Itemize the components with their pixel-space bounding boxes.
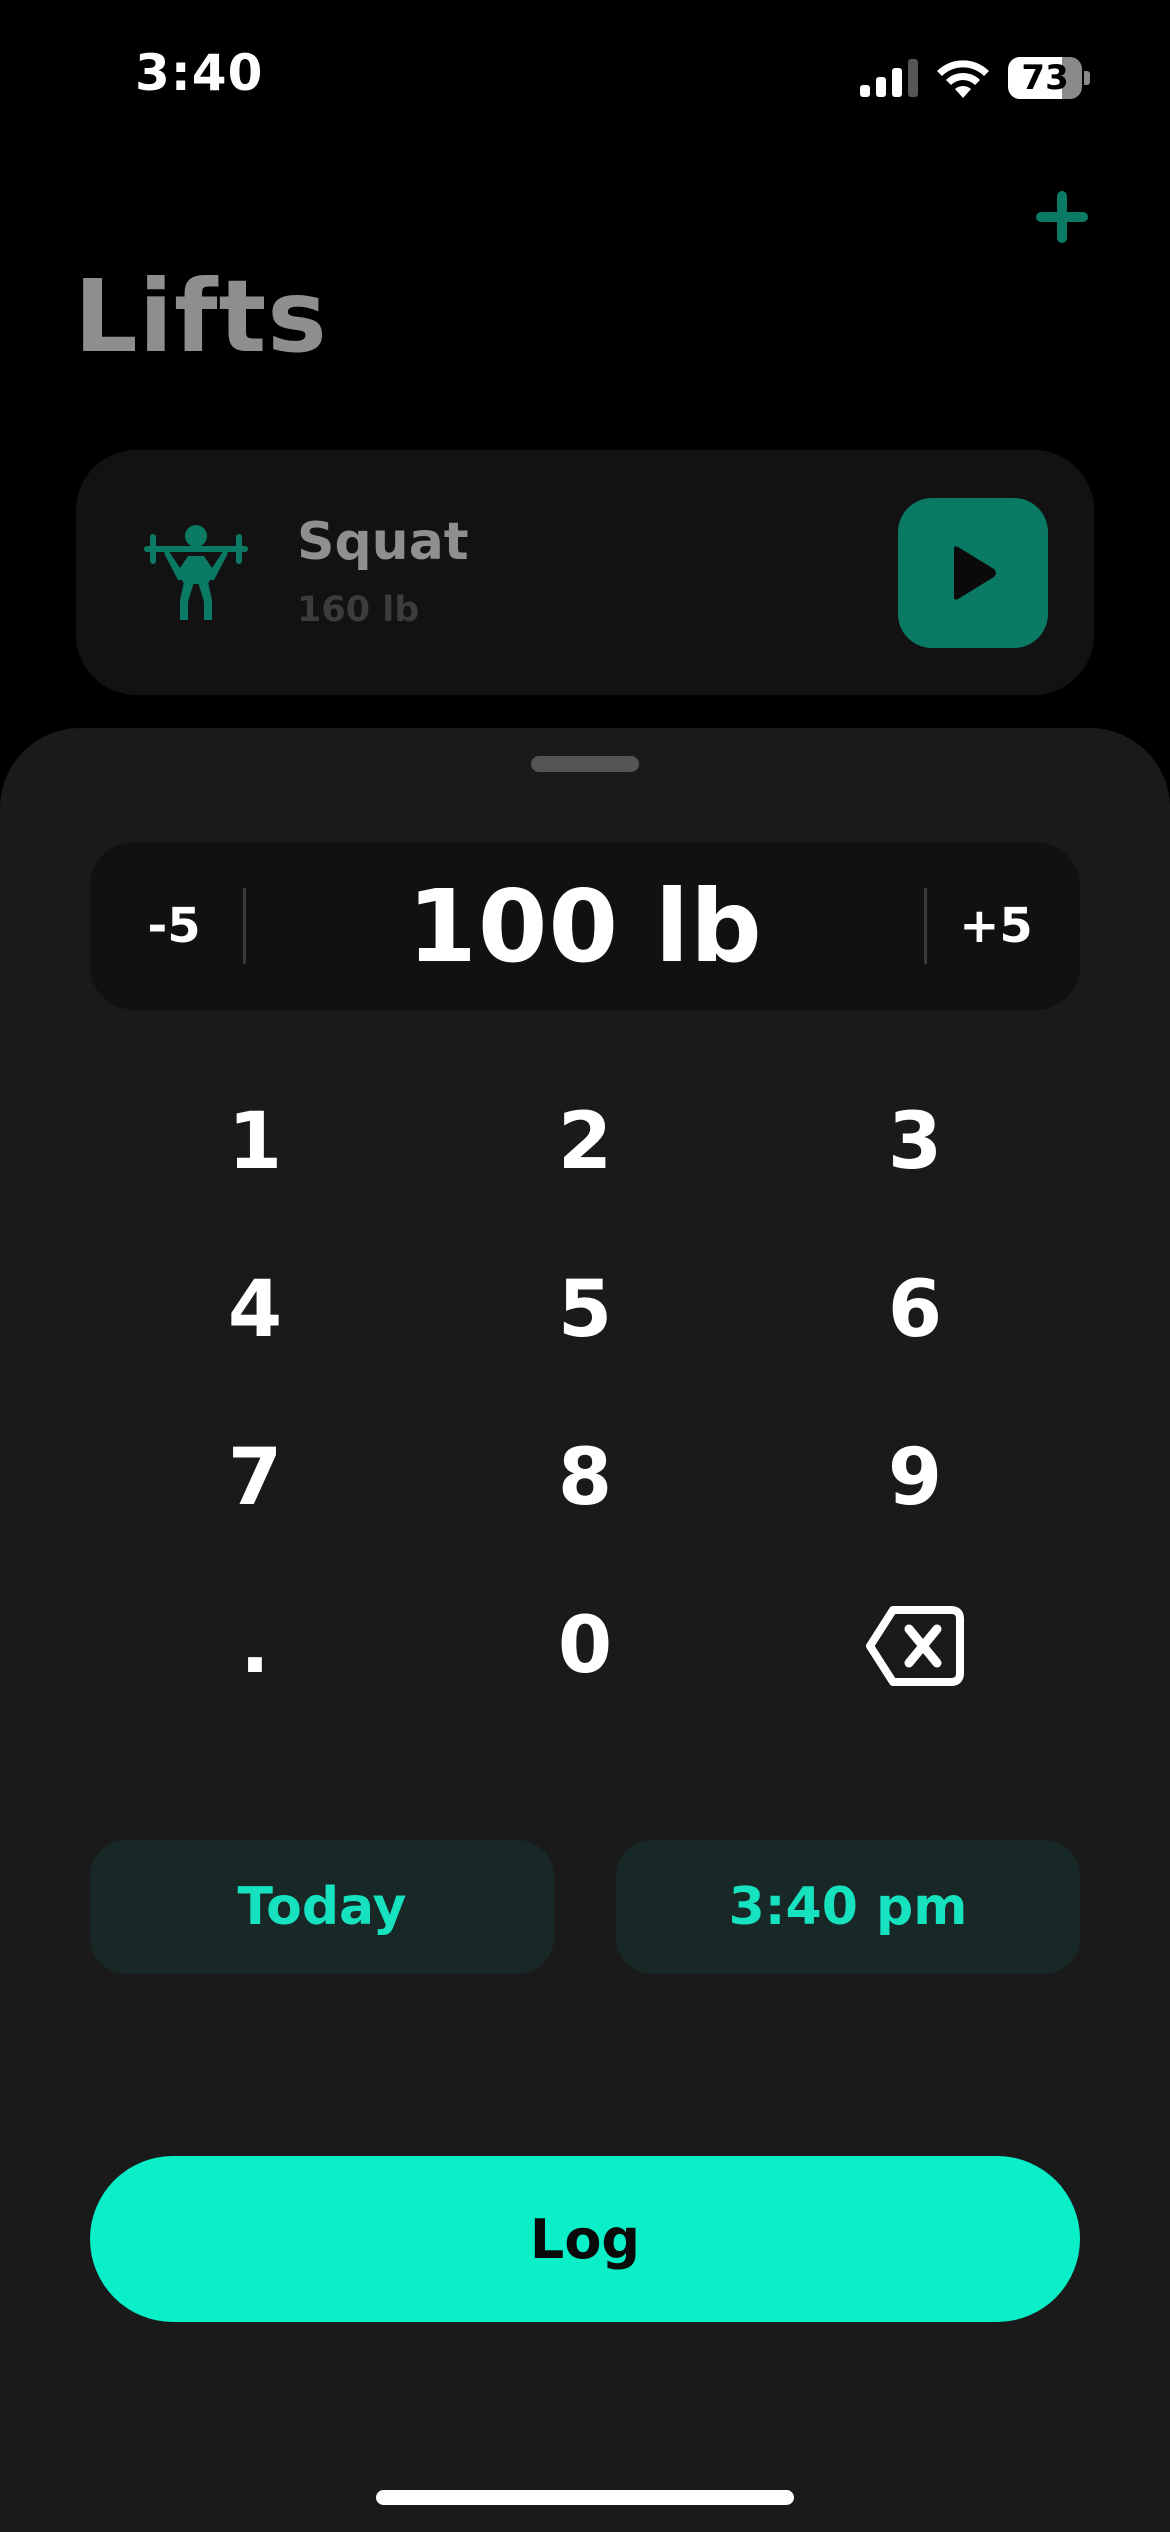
stepper-divider <box>243 888 246 964</box>
decrement-button[interactable]: -5 <box>124 842 224 1010</box>
backspace-button[interactable] <box>750 1562 1080 1730</box>
cellular-signal-icon <box>860 59 918 97</box>
weight-value: 100 lb <box>407 867 763 985</box>
backspace-icon <box>866 1606 964 1686</box>
add-lift-button[interactable] <box>1030 185 1094 249</box>
key-7[interactable]: 7 <box>90 1394 420 1562</box>
lift-last-weight: 160 lb <box>297 590 420 630</box>
status-time: 3:40 <box>135 44 264 102</box>
key-5[interactable]: 5 <box>420 1226 750 1394</box>
stepper-divider <box>924 888 927 964</box>
battery-level: 73 <box>1008 57 1083 99</box>
key-1[interactable]: 1 <box>90 1058 420 1226</box>
key-decimal[interactable]: . <box>90 1562 420 1730</box>
key-2[interactable]: 2 <box>420 1058 750 1226</box>
key-8[interactable]: 8 <box>420 1394 750 1562</box>
weight-stepper: -5 100 lb +5 <box>90 842 1080 1010</box>
log-weight-sheet: -5 100 lb +5 1 2 3 4 5 6 7 8 9 . 0 Today… <box>0 728 1170 2532</box>
sheet-drag-handle[interactable] <box>531 756 639 772</box>
page-title: Lifts <box>74 258 328 375</box>
key-9[interactable]: 9 <box>750 1394 1080 1562</box>
time-picker-button[interactable]: 3:40 pm <box>616 1840 1080 1974</box>
play-icon <box>954 546 996 600</box>
weightlifter-icon <box>144 525 248 620</box>
numeric-keypad: 1 2 3 4 5 6 7 8 9 . 0 <box>90 1058 1080 1730</box>
key-4[interactable]: 4 <box>90 1226 420 1394</box>
lift-name: Squat <box>297 512 469 572</box>
increment-button[interactable]: +5 <box>946 842 1046 1010</box>
start-lift-button[interactable] <box>898 498 1048 648</box>
key-3[interactable]: 3 <box>750 1058 1080 1226</box>
status-icons: 73 <box>860 52 1090 104</box>
wifi-icon <box>937 60 989 98</box>
plus-icon <box>1036 191 1088 243</box>
date-picker-button[interactable]: Today <box>90 1840 554 1974</box>
home-indicator[interactable] <box>376 2490 794 2505</box>
lift-card-squat[interactable]: Squat 160 lb <box>76 450 1094 695</box>
battery-icon: 73 <box>1008 57 1090 99</box>
key-0[interactable]: 0 <box>420 1562 750 1730</box>
log-button[interactable]: Log <box>90 2156 1080 2322</box>
key-6[interactable]: 6 <box>750 1226 1080 1394</box>
